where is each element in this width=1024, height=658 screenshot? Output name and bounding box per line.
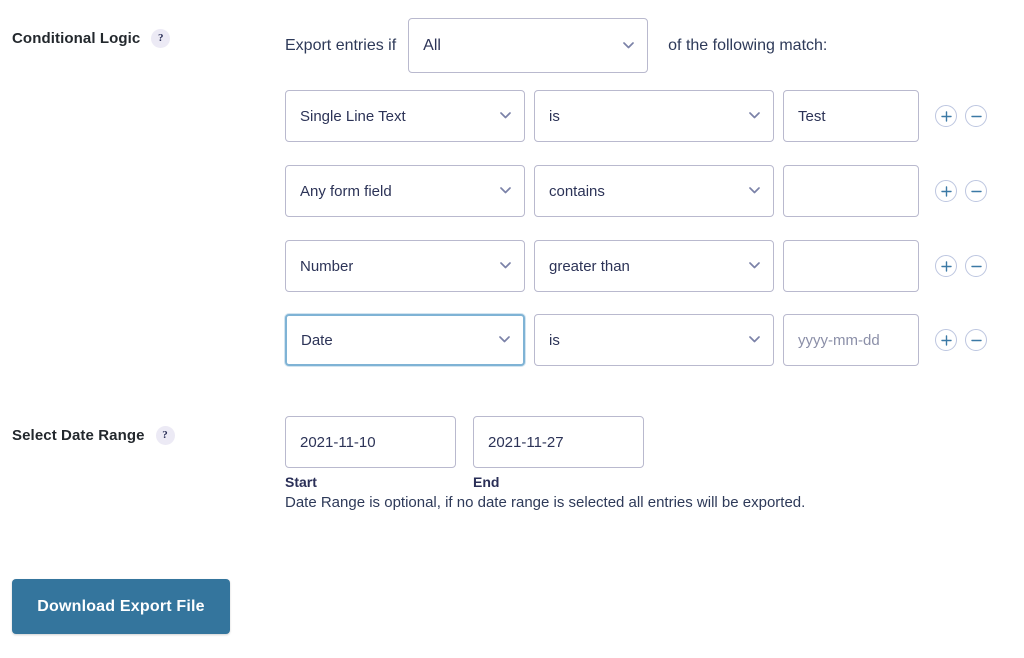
condition-row-buttons [935,180,987,202]
condition-row: Number greater than [285,240,987,292]
condition-field-select[interactable]: Single Line Text [285,90,525,142]
question-mark-icon[interactable]: ? [151,29,171,48]
download-export-file-button[interactable]: Download Export File [12,579,230,634]
chevron-down-icon [500,262,511,269]
chevron-down-icon [623,41,635,49]
condition-field-select[interactable]: Number [285,240,525,292]
select-date-range-label: Select Date Range ? [12,426,175,445]
start-date-caption: Start [285,474,317,490]
condition-value-placeholder: yyyy-mm-dd [798,331,880,349]
add-condition-button[interactable] [935,105,957,127]
condition-row: Single Line Text is Test [285,90,987,142]
condition-value-input-wrap[interactable]: yyyy-mm-dd [783,314,919,366]
chevron-down-icon [500,187,511,194]
match-type-value: All [423,36,441,54]
condition-operator-select[interactable]: greater than [534,240,774,292]
condition-row-buttons [935,255,987,277]
start-date-input[interactable]: 2021-11-10 [285,416,456,468]
chevron-down-icon [500,112,511,119]
condition-row: Any form field contains [285,165,987,217]
condition-field-value: Date [301,331,333,349]
chevron-down-icon [499,336,510,343]
add-condition-button[interactable] [935,329,957,351]
condition-field-value: Any form field [300,182,392,200]
chevron-down-icon [749,262,760,269]
chevron-down-icon [749,336,760,343]
remove-condition-button[interactable] [965,105,987,127]
chevron-down-icon [749,187,760,194]
end-date-input[interactable]: 2021-11-27 [473,416,644,468]
condition-operator-value: is [549,107,560,125]
condition-operator-select[interactable]: is [534,314,774,366]
end-date-value: 2021-11-27 [488,433,564,451]
condition-operator-value: greater than [549,257,630,275]
condition-operator-value: is [549,331,560,349]
remove-condition-button[interactable] [965,255,987,277]
of-the-following-match-text: of the following match: [668,36,828,54]
date-range-note: Date Range is optional, if no date range… [285,494,806,511]
remove-condition-button[interactable] [965,180,987,202]
question-mark-icon[interactable]: ? [155,426,175,445]
condition-row-buttons [935,329,987,351]
conditional-logic-label-text: Conditional Logic [12,30,141,47]
condition-value-input-wrap[interactable] [783,240,919,292]
match-type-select[interactable]: All [408,18,649,73]
conditional-logic-label: Conditional Logic ? [12,29,171,48]
remove-condition-button[interactable] [965,329,987,351]
add-condition-button[interactable] [935,255,957,277]
end-date-caption: End [473,474,500,490]
start-date-value: 2021-11-10 [300,433,376,451]
condition-field-value: Number [300,257,354,275]
condition-operator-select[interactable]: contains [534,165,774,217]
condition-row: Date is yyyy-mm-dd [285,314,987,366]
condition-value-text: Test [798,107,826,125]
condition-operator-value: contains [549,182,605,200]
condition-value-input-wrap[interactable] [783,165,919,217]
condition-field-select[interactable]: Any form field [285,165,525,217]
select-date-range-label-text: Select Date Range [12,427,145,444]
add-condition-button[interactable] [935,180,957,202]
condition-row-buttons [935,105,987,127]
match-type-row: Export entries if All of the following m… [285,18,827,73]
condition-operator-select[interactable]: is [534,90,774,142]
condition-field-value: Single Line Text [300,107,406,125]
chevron-down-icon [749,112,760,119]
export-entries-if-text: Export entries if [285,36,397,54]
condition-value-input-wrap[interactable]: Test [783,90,919,142]
condition-field-select[interactable]: Date [285,314,525,366]
